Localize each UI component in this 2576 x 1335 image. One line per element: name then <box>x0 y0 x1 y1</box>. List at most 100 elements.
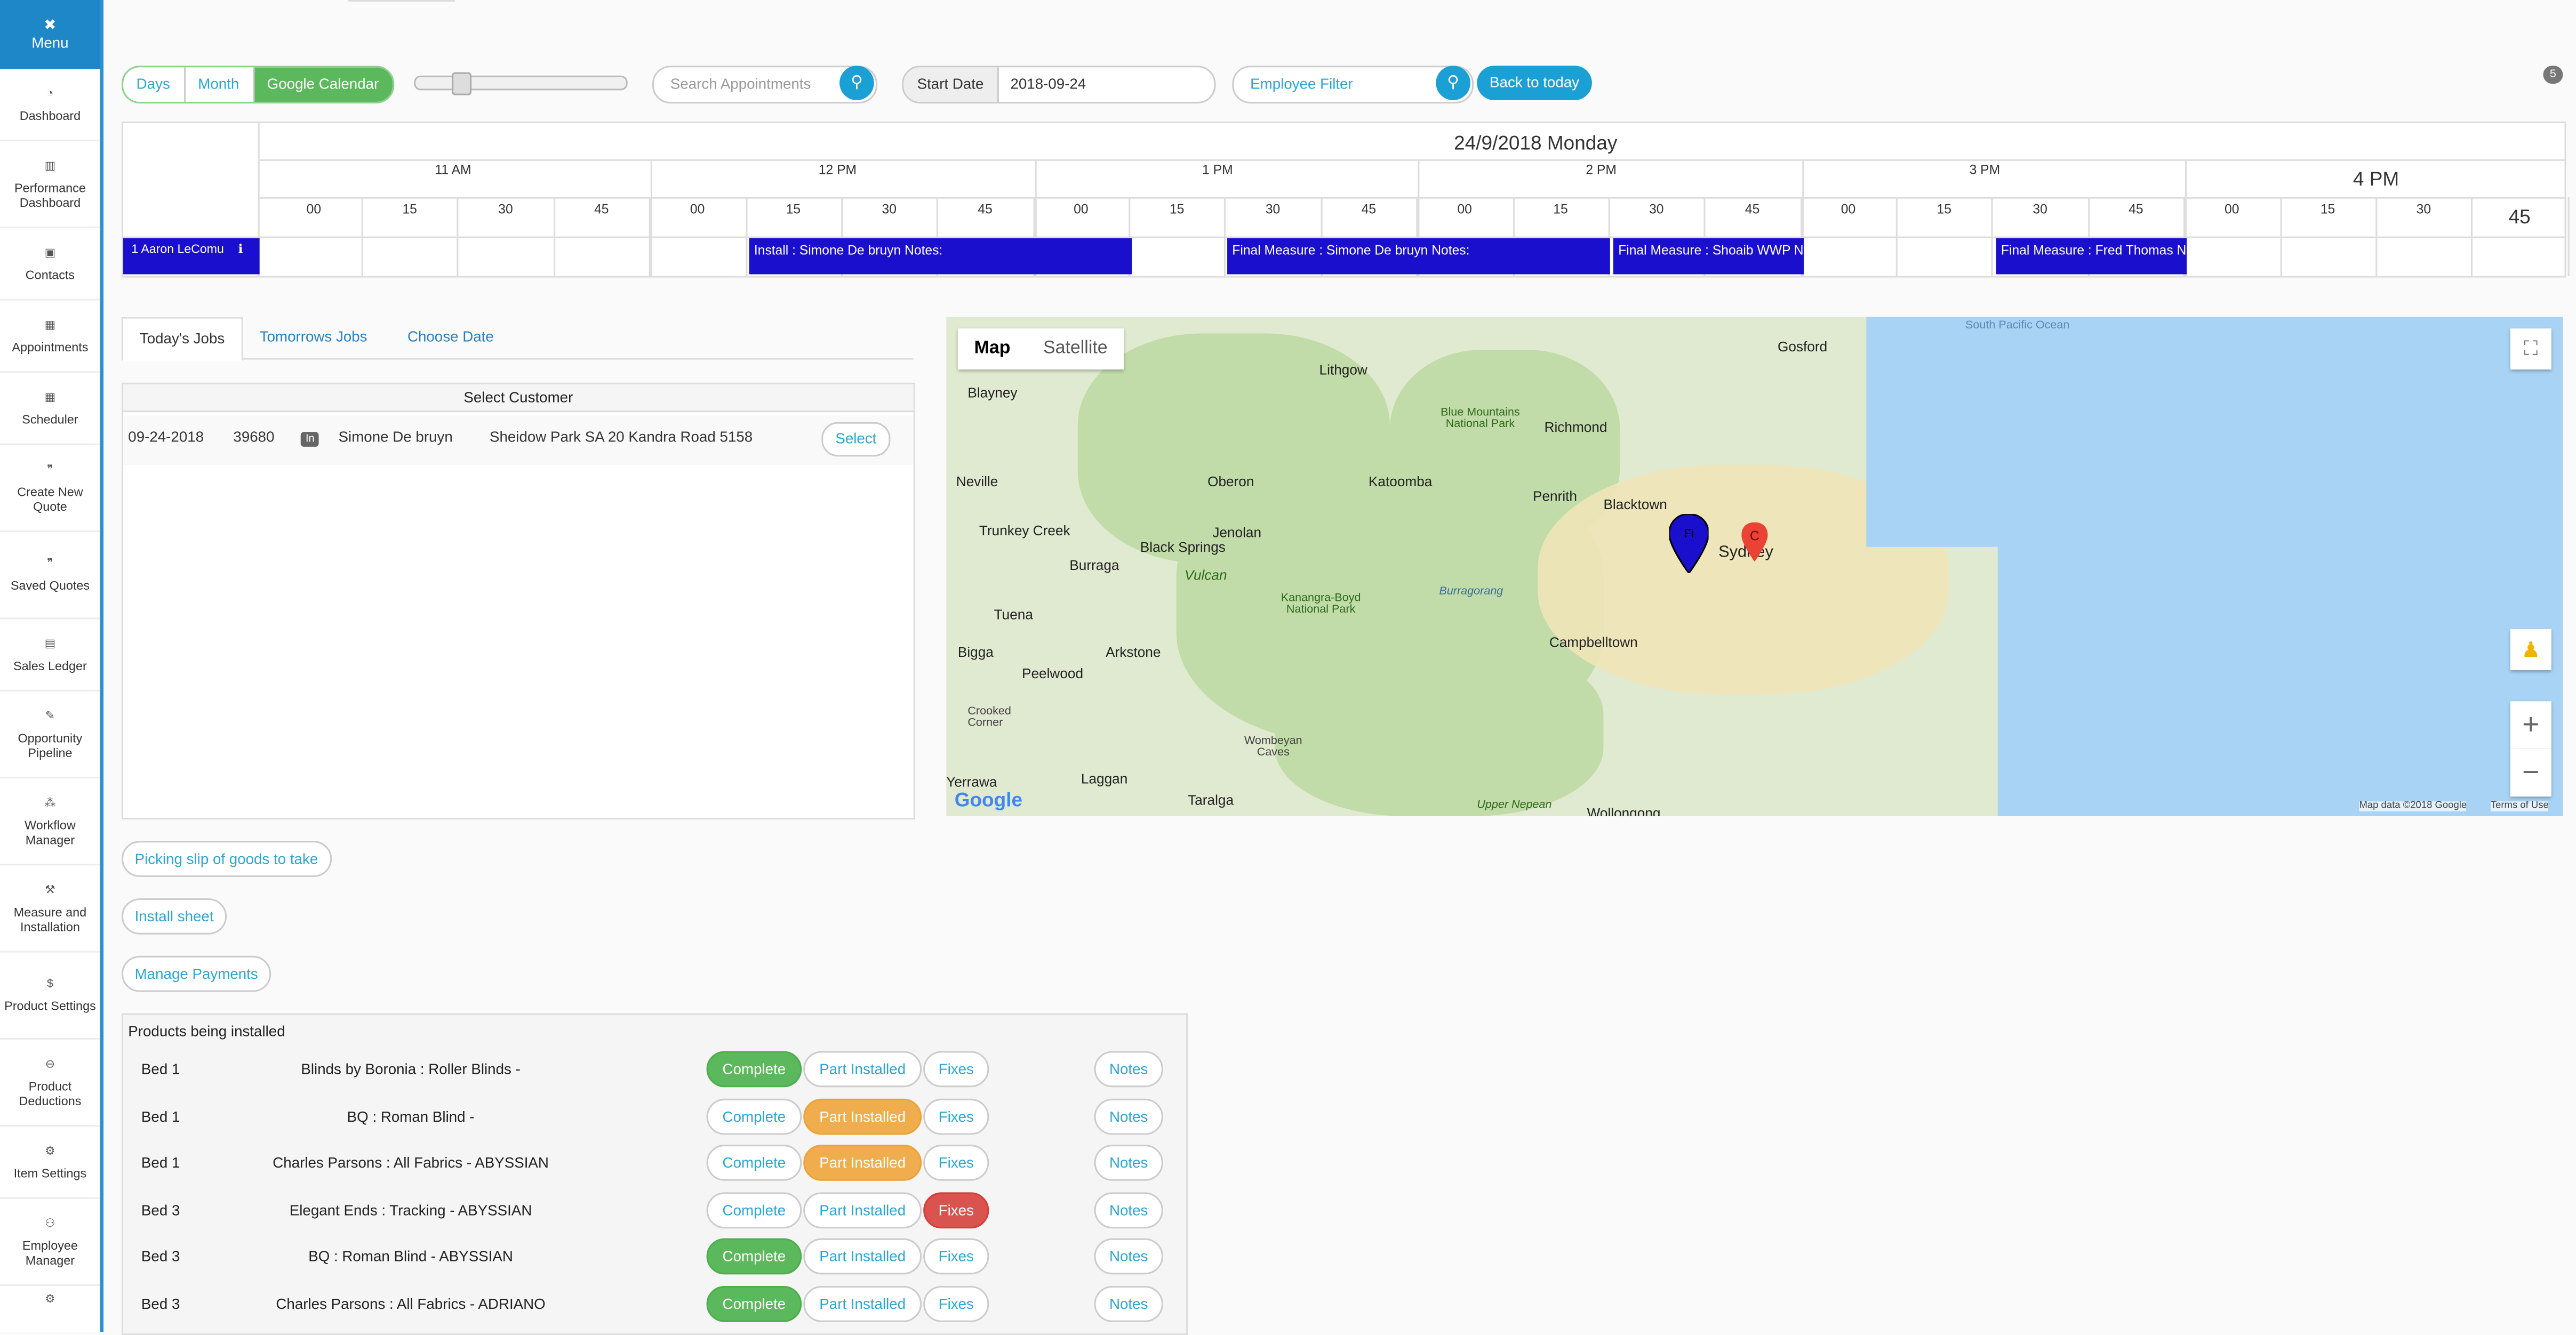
zoom-in-button[interactable]: + <box>2510 701 2551 749</box>
part-button[interactable]: Part Installed <box>803 1285 922 1322</box>
product-name: Elegant Ends : Tracking - ABYSSIAN <box>289 1202 532 1219</box>
info-icon[interactable]: ℹ <box>238 242 243 256</box>
tab-choose-date[interactable]: Choose Date <box>391 317 510 358</box>
sidebar-item-product-settings[interactable]: $ Product Settings <box>0 953 100 1040</box>
status-badge: In <box>300 432 319 447</box>
back-to-today-button[interactable]: Back to today <box>1477 66 1592 100</box>
notes-button[interactable]: Notes <box>1094 1051 1163 1088</box>
fixes-button[interactable]: Fixes <box>923 1192 989 1228</box>
appointment-block[interactable]: Final Measure : Shoaib WWP Notes: <box>1613 238 1804 275</box>
fixes-button[interactable]: Fixes <box>923 1145 989 1181</box>
complete-button[interactable]: Complete <box>706 1239 802 1275</box>
minute-label: 45 <box>2129 202 2143 217</box>
fullscreen-icon[interactable]: ⛶ <box>2510 328 2551 370</box>
svg-text:Fi: Fi <box>1684 526 1694 540</box>
sidebar-item-workflow-manager[interactable]: ⁂ Workflow Manager <box>0 778 100 866</box>
fixes-button[interactable]: Fixes <box>923 1051 989 1088</box>
view-google-calendar-button[interactable]: Google Calendar <box>254 67 392 102</box>
table-row[interactable]: 09-24-2018 39680 In Simone De bruyn Shei… <box>123 415 914 465</box>
fixes-button[interactable]: Fixes <box>923 1098 989 1135</box>
complete-button[interactable]: Complete <box>706 1285 802 1322</box>
table-row: Bed 3 Charles Parsons : All Fabrics - ADR… <box>123 1281 1186 1327</box>
notes-button[interactable]: Notes <box>1094 1285 1163 1322</box>
map[interactable]: Gosford South Pacific Ocean Lithgow Blay… <box>946 317 2563 816</box>
sidebar-item-sales-ledger[interactable]: ▤ Sales Ledger <box>0 619 100 691</box>
fixes-button[interactable]: Fixes <box>923 1285 989 1322</box>
select-button[interactable]: Select <box>821 422 891 457</box>
sidebar-item-opportunity-pipeline[interactable]: ✎ Opportunity Pipeline <box>0 691 100 779</box>
part-button[interactable]: Part Installed <box>803 1098 922 1135</box>
manage-payments-button[interactable]: Manage Payments <box>121 955 271 992</box>
notes-button[interactable]: Notes <box>1094 1145 1163 1181</box>
sidebar-item-create-new-quote[interactable]: ❞ Create New Quote <box>0 445 100 533</box>
sidebar-item-scheduler[interactable]: ▦ Scheduler <box>0 373 100 445</box>
map-label: Crooked Corner <box>967 706 1011 729</box>
edit-icon: ✎ <box>45 710 55 722</box>
complete-button[interactable]: Complete <box>706 1098 802 1135</box>
notification-badge[interactable]: 5 <box>2543 66 2563 84</box>
sidebar-item-settings[interactable]: ⚙ <box>0 1286 100 1319</box>
slider-handle[interactable] <box>452 72 472 95</box>
view-days-button[interactable]: Days <box>123 67 185 102</box>
notes-button[interactable]: Notes <box>1094 1192 1163 1228</box>
table-row: Bed 3 Elegant Ends : Tracking - ABYSSIAN C… <box>123 1187 1186 1233</box>
jobs-table-header: Select Customer <box>123 384 914 413</box>
employee-filter-input[interactable] <box>1247 74 1418 94</box>
map-marker-c[interactable]: C <box>1741 522 1768 562</box>
map-label: Black Springs <box>1140 538 1226 556</box>
part-button[interactable]: Part Installed <box>803 1239 922 1275</box>
product-room: Bed 1 <box>141 1155 180 1171</box>
dashboard-icon: ◔ <box>46 87 54 100</box>
fixes-button[interactable]: Fixes <box>923 1239 989 1275</box>
terms-link[interactable]: Terms of Use <box>2490 801 2549 811</box>
map-tab-map[interactable]: Map <box>958 328 1027 369</box>
table-row: Bed 1 BQ : Roman Blind - Complete Part Inst… <box>123 1093 1186 1139</box>
part-button[interactable]: Part Installed <box>803 1192 922 1228</box>
map-tab-satellite[interactable]: Satellite <box>1027 328 1124 369</box>
search-icon: ⚲ <box>851 74 863 92</box>
complete-button[interactable]: Complete <box>706 1192 802 1228</box>
tab-todays-jobs[interactable]: Today's Jobs <box>121 317 243 361</box>
zoom-out-button[interactable]: − <box>2510 749 2551 797</box>
complete-button[interactable]: Complete <box>706 1145 802 1181</box>
install-sheet-button[interactable]: Install sheet <box>121 898 227 935</box>
notes-button[interactable]: Notes <box>1094 1098 1163 1135</box>
notes-button[interactable]: Notes <box>1094 1239 1163 1275</box>
sidebar-item-measure-and-installation[interactable]: ⚒ Measure and Installation <box>0 865 100 953</box>
sidebar-item-item-settings[interactable]: ⚙ Item Settings <box>0 1127 100 1199</box>
pegman-icon[interactable]: ♟ <box>2510 629 2551 670</box>
map-label: Blayney <box>967 384 1018 401</box>
map-label: Blacktown <box>1603 496 1667 513</box>
appointment-block[interactable]: Final Measure : Simone De bruyn Notes: <box>1227 238 1610 275</box>
map-marker-fi[interactable]: Fi <box>1669 514 1709 574</box>
sidebar-item-dashboard[interactable]: ◔ Dashboard <box>0 69 100 141</box>
part-button[interactable]: Part Installed <box>803 1145 922 1181</box>
employee-row-label[interactable]: 1 Aaron LeComu ℹ <box>123 238 260 275</box>
start-date-field[interactable]: Start Date 2018-09-24 <box>902 66 1216 104</box>
tab-tomorrows-jobs[interactable]: Tomorrows Jobs <box>243 317 383 358</box>
employee-search-button[interactable]: ⚲ <box>1436 66 1470 100</box>
map-label: Tuena <box>994 606 1033 623</box>
picking-slip-button[interactable]: Picking slip of goods to take <box>121 841 331 877</box>
sidebar-item-performance-dashboard[interactable]: ▥ Performance Dashboard <box>0 141 100 229</box>
zoom-slider[interactable] <box>414 72 628 95</box>
dollar-icon: $ <box>46 978 53 991</box>
start-date-value[interactable]: 2018-09-24 <box>1010 67 1086 102</box>
sidebar-item-employee-manager[interactable]: ⚇ Employee Manager <box>0 1199 100 1286</box>
appointment-block[interactable]: Final Measure : Fred Thomas Notes: <box>1996 238 2187 275</box>
sidebar-item-saved-quotes[interactable]: ❞ Saved Quotes <box>0 532 100 620</box>
part-button[interactable]: Part Installed <box>803 1051 922 1088</box>
sidebar-item-contacts[interactable]: ▣ Contacts <box>0 228 100 301</box>
jobs-table: Select Customer 09-24-2018 39680 In Simo… <box>121 382 915 820</box>
menu-button[interactable]: ✖ Menu <box>0 0 100 69</box>
sidebar-item-product-deductions[interactable]: ⊖ Product Deductions <box>0 1040 100 1127</box>
sidebar-item-appointments[interactable]: ▦ Appointments <box>0 301 100 373</box>
view-month-button[interactable]: Month <box>185 67 254 102</box>
search-input[interactable] <box>667 74 838 94</box>
complete-button[interactable]: Complete <box>706 1051 802 1088</box>
search-button[interactable]: ⚲ <box>839 66 874 100</box>
map-label: Wombeyan Caves <box>1244 736 1302 759</box>
appointment-block[interactable]: Install : Simone De bruyn Notes: <box>749 238 1132 275</box>
job-customer: Simone De bruyn <box>338 428 453 445</box>
hour-label: 3 PM <box>1969 162 2001 178</box>
